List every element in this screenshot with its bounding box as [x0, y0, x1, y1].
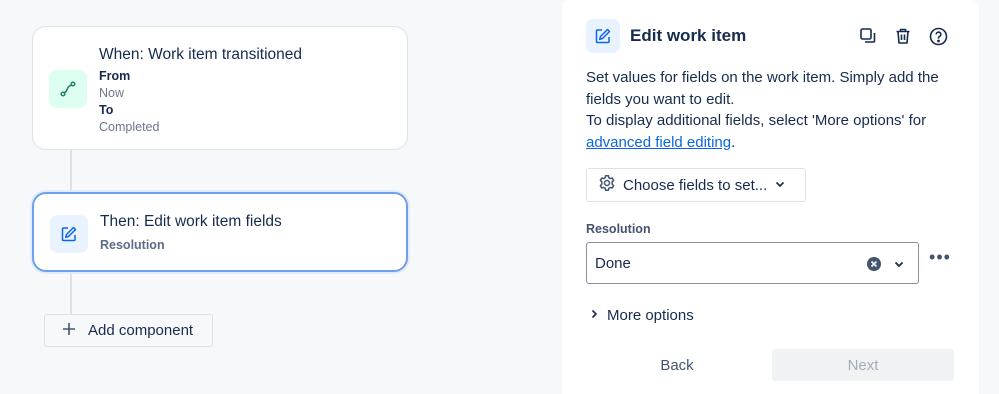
panel-title: Edit work item	[630, 26, 747, 45]
more-options-toggle[interactable]: More options	[588, 307, 694, 324]
choose-fields-label: Choose fields to set...	[623, 176, 768, 194]
description-line-1: Set values for fields on the work item. …	[586, 69, 939, 108]
connector-line	[70, 272, 72, 314]
trigger-card[interactable]: When: Work item transitioned From Now To…	[32, 26, 408, 150]
delete-icon[interactable]	[892, 25, 914, 47]
add-component-label: Add component	[88, 322, 194, 339]
plus-icon	[62, 322, 76, 340]
next-button[interactable]: Next	[772, 349, 954, 381]
action-card[interactable]: Then: Edit work item fields Resolution	[32, 192, 408, 272]
resolution-value: Done	[595, 254, 631, 272]
action-subtitle: Resolution	[100, 238, 165, 252]
gear-icon	[598, 174, 616, 196]
chevron-down-icon	[774, 177, 786, 194]
trigger-from: From Now To Completed	[99, 68, 159, 136]
chevron-right-icon	[588, 307, 600, 324]
to-value: Completed	[99, 120, 160, 134]
more-actions-icon[interactable]: •••	[928, 248, 952, 270]
duplicate-icon[interactable]	[857, 25, 879, 47]
edit-panel: Edit work item Set values for fields on …	[562, 0, 979, 394]
panel-actions	[857, 25, 949, 47]
resolution-select[interactable]: Done	[586, 242, 919, 284]
add-component-button[interactable]: Add component	[44, 314, 213, 347]
from-value: Now	[99, 86, 125, 100]
edit-icon	[586, 19, 620, 53]
clear-icon[interactable]	[866, 256, 882, 272]
resolution-label: Resolution	[586, 222, 651, 236]
choose-fields-button[interactable]: Choose fields to set...	[586, 168, 806, 202]
help-icon[interactable]	[927, 25, 949, 47]
description-line-2-text: To display additional fields, select 'Mo…	[586, 112, 927, 129]
trigger-title: When: Work item transitioned	[99, 46, 303, 63]
workflow-canvas: When: Work item transitioned From Now To…	[0, 0, 560, 394]
from-label: From	[99, 69, 131, 83]
back-button[interactable]: Back	[586, 349, 768, 381]
connector-line	[70, 150, 72, 192]
chevron-down-icon[interactable]	[892, 257, 906, 271]
transition-icon	[49, 70, 87, 108]
description-line-2: To display additional fields, select 'Mo…	[586, 110, 966, 153]
panel-header: Edit work item	[586, 19, 746, 53]
edit-icon	[50, 215, 88, 253]
panel-description: Set values for fields on the work item. …	[586, 67, 966, 153]
more-options-label: More options	[607, 307, 694, 324]
to-label: To	[99, 103, 114, 117]
action-title: Then: Edit work item fields	[100, 213, 282, 230]
description-end: .	[731, 133, 736, 151]
advanced-field-editing-link[interactable]: advanced field editing	[586, 134, 731, 151]
